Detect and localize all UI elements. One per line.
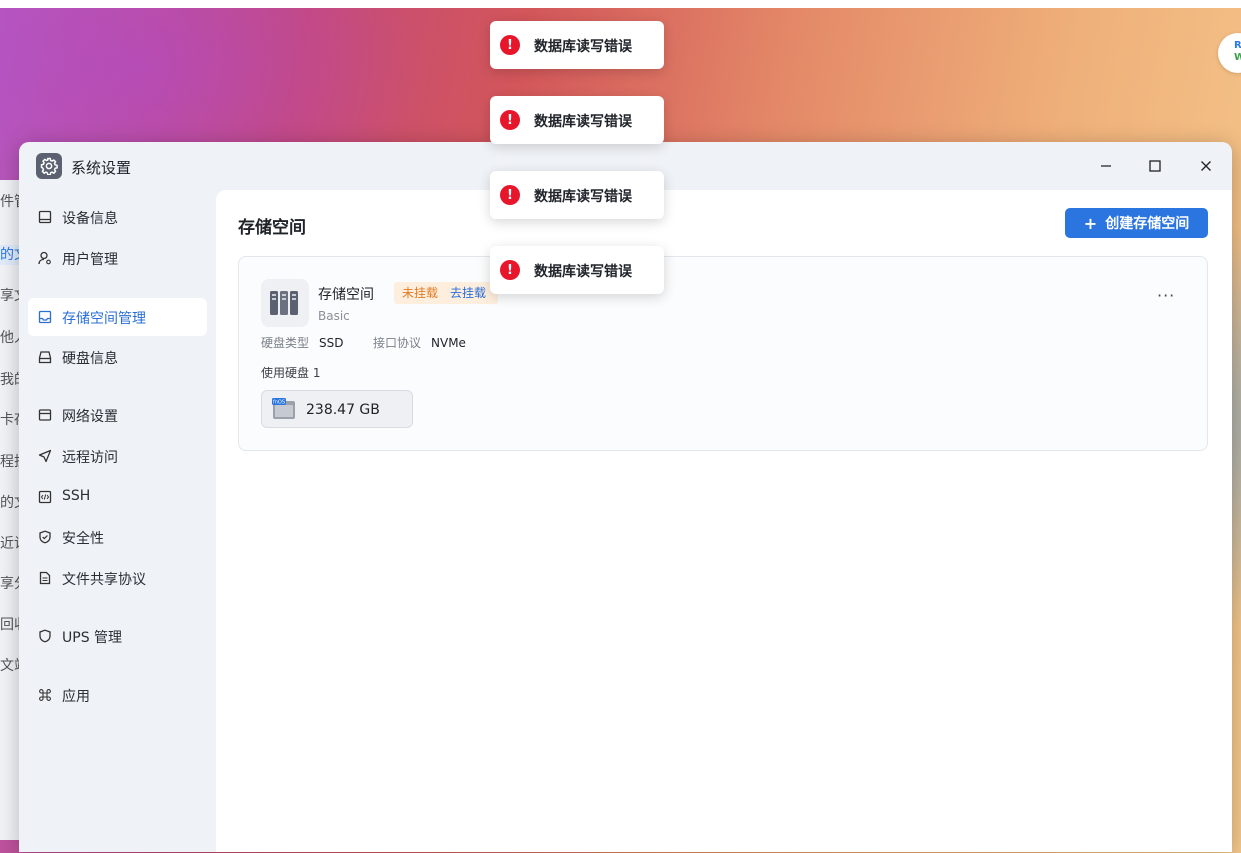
error-toast: ! 数据库读写错误 — [490, 21, 664, 69]
sidebar-item-user-management[interactable]: 用户管理 — [28, 239, 207, 277]
toast-message: 数据库读写错误 — [534, 39, 632, 55]
badge-line-2: W — [1234, 52, 1241, 63]
used-disks-label: 使用硬盘 1 — [261, 366, 321, 380]
toast-message: 数据库读写错误 — [534, 114, 632, 130]
sidebar-item-label: 网络设置 — [62, 409, 118, 425]
sidebar-item-file-sharing[interactable]: 文件共享协议 — [28, 559, 207, 597]
plus-icon: + — [1083, 213, 1098, 233]
sidebar-item-label: UPS 管理 — [62, 630, 123, 646]
window-title: 系统设置 — [71, 159, 132, 177]
sidebar-item-label: SSH — [62, 488, 91, 504]
sidebar-item-remote-access[interactable]: 远程访问 — [28, 437, 207, 475]
error-icon: ! — [500, 260, 520, 280]
disk-size: 238.47 GB — [306, 402, 380, 418]
create-storage-button[interactable]: + 创建存储空间 — [1065, 208, 1208, 238]
close-icon — [1201, 161, 1211, 171]
sidebar-item-label: 存储空间管理 — [62, 311, 146, 327]
interface-label: 接口协议 — [373, 336, 422, 350]
sidebar-item-apps[interactable]: 应用 — [28, 676, 207, 714]
shield-check-icon — [39, 530, 51, 544]
disk-icon — [38, 351, 52, 364]
toast-message: 数据库读写错误 — [534, 189, 632, 205]
disk-type-label: 硬盘类型 — [261, 336, 310, 350]
sidebar-item-network-settings[interactable]: 网络设置 — [28, 396, 207, 434]
disk-badge-text: fnOS — [273, 400, 285, 406]
interface-value: NVMe — [431, 336, 466, 350]
maximize-button[interactable] — [1140, 152, 1170, 180]
ssd-icon: fnOS — [272, 398, 295, 419]
error-icon: ! — [500, 35, 520, 55]
sidebar-item-label: 远程访问 — [62, 450, 118, 466]
sidebar-item-storage-management[interactable]: 存储空间管理 — [28, 298, 207, 336]
pool-raid-level: Basic — [318, 309, 350, 323]
toast-message: 数据库读写错误 — [534, 264, 632, 280]
gear-icon — [36, 153, 62, 179]
create-storage-label: 创建存储空间 — [1105, 216, 1190, 232]
shield-icon — [39, 629, 51, 643]
sidebar-item-label: 应用 — [62, 689, 90, 705]
server-icon — [261, 279, 309, 327]
sidebar-item-label: 硬盘信息 — [62, 351, 118, 367]
badge-line-1: R — [1234, 40, 1241, 51]
sidebar-item-security[interactable]: 安全性 — [28, 518, 207, 556]
pool-name: 存储空间 — [318, 287, 374, 303]
storage-icon — [38, 310, 52, 324]
storage-pool-card[interactable]: 存储空间 未挂载 去挂载 Basic ··· 硬盘类型 SSD 接口协议 NVMe … — [238, 256, 1208, 451]
send-icon — [38, 449, 52, 463]
maximize-icon — [1149, 160, 1161, 172]
sidebar-item-ssh[interactable]: SSH — [28, 478, 207, 516]
disk-chip[interactable]: fnOS 238.47 GB — [261, 390, 413, 428]
mount-link[interactable]: 去挂载 — [450, 282, 486, 304]
error-toast: ! 数据库读写错误 — [490, 246, 664, 294]
network-icon — [38, 409, 52, 421]
storage-main-panel: 存储空间 + 创建存储空间 存储空间 未挂载 去挂载 Basic ··· 硬盘类… — [216, 190, 1232, 852]
sidebar-item-disk-info[interactable]: 硬盘信息 — [28, 338, 207, 376]
error-icon: ! — [500, 110, 520, 130]
error-toast: ! 数据库读写错误 — [490, 171, 664, 219]
interface-field: 接口协议 NVMe — [373, 334, 466, 351]
error-icon: ! — [500, 185, 520, 205]
sidebar-item-ups[interactable]: UPS 管理 — [28, 617, 207, 655]
sidebar-item-label: 安全性 — [62, 531, 104, 547]
minimize-button[interactable] — [1091, 152, 1121, 180]
command-icon — [39, 689, 51, 701]
disk-type-field: 硬盘类型 SSD — [261, 334, 344, 351]
error-toast: ! 数据库读写错误 — [490, 96, 664, 144]
user-icon — [38, 251, 51, 265]
sidebar-item-device-info[interactable]: 设备信息 — [28, 198, 207, 236]
sidebar-item-label: 文件共享协议 — [62, 572, 146, 588]
page-title: 存储空间 — [238, 218, 306, 238]
document-icon — [39, 571, 51, 585]
status-badge: 未挂载 去挂载 — [394, 282, 498, 304]
monitor-icon — [38, 210, 52, 224]
sidebar-item-label: 设备信息 — [62, 211, 118, 227]
close-button[interactable] — [1191, 152, 1221, 180]
minimize-icon — [1101, 165, 1111, 167]
code-icon — [38, 490, 52, 504]
more-options-button[interactable]: ··· — [1157, 288, 1181, 311]
settings-sidebar: 设备信息 用户管理 存储空间管理 硬盘信息 网络设置 远程访问 SSH 安全性 — [19, 190, 216, 852]
disk-type-value: SSD — [319, 336, 344, 350]
sidebar-item-label: 用户管理 — [62, 252, 118, 268]
status-unmounted: 未挂载 — [402, 286, 439, 300]
